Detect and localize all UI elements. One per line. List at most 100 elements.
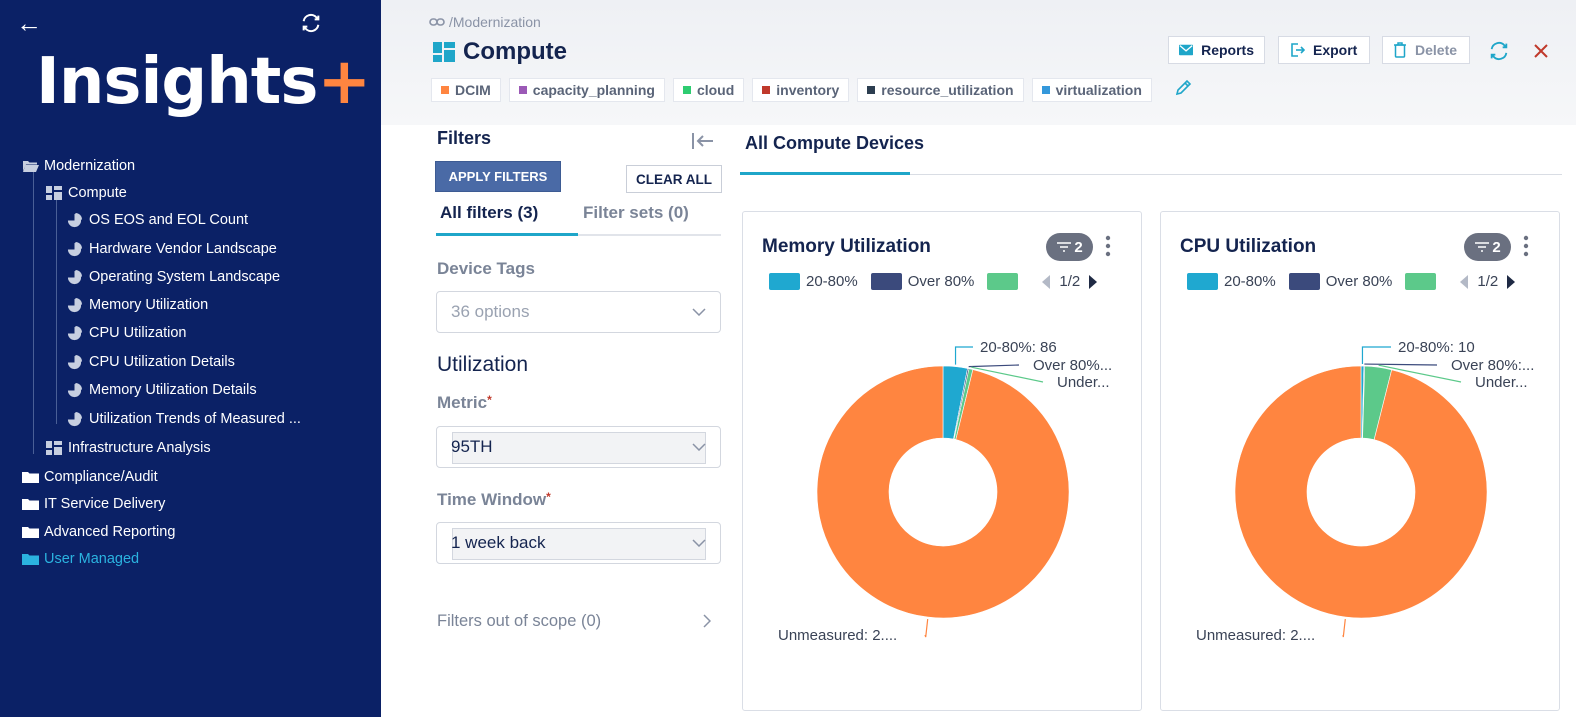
sidebar-item-label: Modernization [44,158,136,174]
sidebar-item[interactable]: Infrastructure Analysis [46,440,211,456]
dashboard-icon [46,441,62,455]
sidebar-item[interactable]: Operating System Landscape [67,269,280,285]
pie-chart-icon [67,213,83,228]
sidebar-item[interactable]: Compliance/Audit [22,469,158,485]
app-logo: Insights+ [36,45,371,119]
sidebar-item[interactable]: CPU Utilization [67,325,187,341]
sidebar-item-label: Infrastructure Analysis [68,440,211,456]
sidebar-item[interactable]: Modernization [22,158,135,174]
legend-swatch [1405,273,1437,290]
refresh-icon[interactable] [1488,40,1510,62]
tag-chip[interactable]: resource_utilization [857,78,1024,102]
slice-data-label: Under... [1475,374,1528,391]
clear-all-button[interactable]: CLEAR ALL [626,165,722,193]
back-arrow-icon[interactable]: ← [16,10,42,36]
legend-item[interactable]: 20-80% [1187,273,1276,290]
pie-chart-icon [67,383,83,398]
sidebar-item[interactable]: User Managed [22,551,139,567]
legend-item[interactable]: Over 80% [1288,273,1392,290]
legend-pager: 1/2 [1041,273,1098,290]
delete-button[interactable]: Delete [1382,36,1470,64]
pie-chart-icon [67,298,83,313]
tag-chip[interactable]: cloud [672,78,745,102]
reports-button[interactable]: Reports [1168,36,1265,64]
breadcrumb[interactable]: /Modernization [429,14,541,30]
sidebar-item[interactable]: Utilization Trends of Measured ... [67,411,301,427]
pie-slice[interactable] [816,365,1070,619]
filter-count: 2 [1074,238,1083,256]
prev-page-icon[interactable] [1041,274,1051,290]
utilization-section-title: Utilization [437,353,529,376]
sidebar-item-label: CPU Utilization Details [89,354,235,370]
tag-chip[interactable]: capacity_planning [508,78,665,102]
active-tab-indicator [740,172,910,175]
tag-chip[interactable]: DCIM [431,78,501,102]
legend-page: 1/2 [1477,273,1499,290]
dashboard-icon [46,186,62,200]
tag-label: virtualization [1055,82,1142,98]
pie-chart-icon [67,355,83,370]
legend-item[interactable] [987,273,1024,290]
device-tags-select[interactable]: 36 options [436,291,721,333]
sidebar-item[interactable]: IT Service Delivery [22,496,165,512]
legend-item[interactable] [1405,273,1442,290]
link-icon [429,18,445,26]
tag-color-dot [518,86,527,94]
refresh-icon[interactable] [300,12,322,34]
edit-pencil-icon[interactable] [1174,79,1192,102]
breadcrumb-text[interactable]: /Modernization [449,14,541,30]
legend-item[interactable]: 20-80% [769,273,858,290]
chart-filter-badge[interactable]: 2 [1464,233,1511,261]
sidebar-item-label: Hardware Vendor Landscape [89,241,277,257]
tag-chip[interactable]: inventory [752,78,850,102]
sidebar-item-label: Advanced Reporting [44,524,176,540]
callout-line [968,364,1020,368]
more-options-icon[interactable] [1105,235,1111,257]
next-page-icon[interactable] [1506,274,1516,290]
sidebar-item-label: Compliance/Audit [44,469,158,485]
sidebar-item[interactable]: CPU Utilization Details [67,354,235,370]
device-tags-placeholder: 36 options [451,302,530,321]
close-icon[interactable] [1531,41,1551,61]
time-window-select[interactable]: 1 week back [436,522,721,564]
page-title-text: Compute [463,38,567,65]
sidebar-item[interactable]: OS EOS and EOL Count [67,212,248,228]
legend-item[interactable]: Over 80% [870,273,974,290]
legend-swatch [870,273,902,290]
collapse-panel-icon[interactable] [691,131,715,151]
filters-out-of-scope[interactable]: Filters out of scope (0) [437,612,601,631]
metric-select[interactable]: 95TH [436,426,721,468]
slice-data-label: 20-80%: 10 [1398,339,1475,356]
sidebar-item[interactable]: Compute [46,185,127,201]
prev-page-icon[interactable] [1459,274,1469,290]
chart-title: CPU Utilization [1180,236,1317,257]
sidebar-item[interactable]: Memory Utilization Details [67,382,257,398]
export-button[interactable]: Export [1278,36,1370,64]
chevron-down-icon [692,539,706,547]
next-page-icon[interactable] [1088,274,1098,290]
sidebar-item[interactable]: Advanced Reporting [22,524,175,540]
chart-legend: 20-80% Over 80% 1/2 [769,273,1098,290]
folder-icon [22,470,39,484]
tab-filter-sets[interactable]: Filter sets (0) [583,203,689,223]
tab-all-filters[interactable]: All filters (3) [440,203,538,223]
slice-data-label: Unmeasured: 2.... [778,627,897,644]
pie-slice[interactable] [1234,365,1488,619]
callout-line [1364,363,1438,366]
pie-chart-icon [67,242,83,257]
tab-all-compute-devices[interactable]: All Compute Devices [745,133,924,154]
callout-line [954,346,973,365]
sidebar-item[interactable]: Memory Utilization [67,297,208,313]
callout-line [1361,346,1391,365]
tag-color-dot [682,86,691,94]
donut-chart: 20-80%: 10Over 80%:...Under... Unmeasured… [1196,339,1534,644]
export-icon [1291,43,1305,57]
chevron-right-icon[interactable] [703,614,711,628]
sidebar-item[interactable]: Hardware Vendor Landscape [67,241,277,257]
slice-data-label: Unmeasured: 2.... [1196,627,1315,644]
chart-filter-badge[interactable]: 2 [1046,233,1093,261]
more-options-icon[interactable] [1523,235,1529,257]
filter-icon [1475,242,1490,252]
apply-filters-button[interactable]: APPLY FILTERS [435,161,561,192]
tag-chip[interactable]: virtualization [1031,78,1152,102]
